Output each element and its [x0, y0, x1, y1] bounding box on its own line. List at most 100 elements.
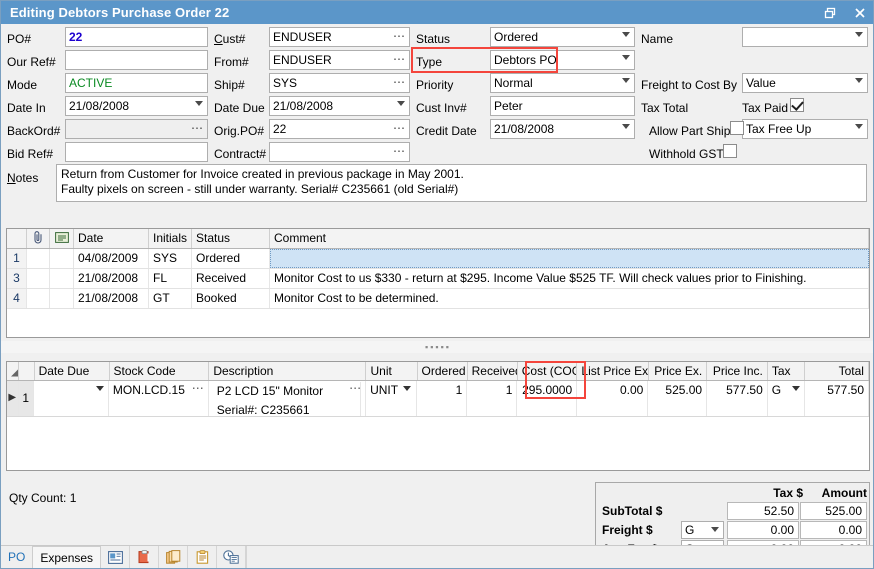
our-ref-field[interactable]: [65, 50, 208, 70]
line-item-row[interactable]: ▶ 1 MON.LCD.15⋯ P2 LCD 15" Monitor Seria…: [7, 381, 869, 417]
li-col-date-due[interactable]: Date Due: [35, 362, 110, 380]
history-icon[interactable]: [217, 546, 246, 568]
li-col-price-inc[interactable]: Price Inc.: [707, 362, 768, 380]
li-col-tax[interactable]: Tax: [768, 362, 805, 380]
row-tax[interactable]: G: [768, 381, 805, 416]
li-col-ordered[interactable]: Ordered: [418, 362, 468, 380]
ship-number-field[interactable]: SYS⋯: [269, 73, 410, 93]
row-price-ex[interactable]: 525.00: [648, 381, 707, 416]
row-received[interactable]: 1: [467, 381, 517, 416]
li-col-list-price-ex[interactable]: List Price Ex.: [577, 362, 648, 380]
chevron-down-icon[interactable]: [622, 78, 630, 83]
copy-pages-icon[interactable]: [159, 546, 188, 568]
tab-po[interactable]: PO: [1, 546, 32, 568]
chevron-down-icon[interactable]: [96, 386, 104, 391]
backord-field[interactable]: ⋯: [65, 119, 208, 139]
type-select[interactable]: Debtors PO: [490, 50, 635, 70]
chevron-down-icon[interactable]: [792, 386, 800, 391]
comments-col-comment[interactable]: Comment: [270, 229, 869, 248]
comments-col-initials[interactable]: Initials: [149, 229, 192, 248]
ellipsis-icon[interactable]: ⋯: [191, 119, 204, 137]
chevron-down-icon[interactable]: [855, 124, 863, 129]
row-total[interactable]: 577.50: [805, 381, 869, 416]
chevron-down-icon[interactable]: [855, 78, 863, 83]
note-icon[interactable]: [50, 229, 74, 248]
tab-expenses[interactable]: Expenses: [32, 546, 101, 568]
orig-po-field[interactable]: 22⋯: [269, 119, 410, 139]
comments-col-date[interactable]: Date: [74, 229, 149, 248]
cust-inv-field[interactable]: Peter: [490, 96, 635, 116]
chevron-down-icon[interactable]: [622, 32, 630, 37]
tax-paid-checkbox[interactable]: [790, 98, 804, 112]
totals-freight-amount[interactable]: 0.00: [800, 521, 867, 539]
li-col-unit[interactable]: Unit: [366, 362, 417, 380]
table-row[interactable]: 1 04/08/2009 SYS Ordered: [7, 249, 869, 269]
li-col-total[interactable]: Total: [805, 362, 869, 380]
ellipsis-icon[interactable]: ⋯: [393, 50, 406, 68]
date-due-field[interactable]: 21/08/2008: [269, 96, 410, 116]
row-list-price-ex[interactable]: 0.00: [577, 381, 648, 416]
row-status[interactable]: Received: [192, 269, 270, 288]
clipboard-red-icon[interactable]: [130, 546, 159, 568]
row-status[interactable]: Ordered: [192, 249, 270, 268]
row-note-cell[interactable]: [50, 269, 74, 288]
row-note-cell[interactable]: [50, 249, 74, 268]
chevron-down-icon[interactable]: [622, 124, 630, 129]
date-in-field[interactable]: 21/08/2008: [65, 96, 208, 116]
attachment-icon[interactable]: [27, 229, 50, 248]
freight-cost-by-select[interactable]: Value: [742, 73, 868, 93]
row-selector-arrow[interactable]: ▶: [7, 381, 19, 416]
row-note-cell[interactable]: [50, 289, 74, 308]
row-initials[interactable]: FL: [149, 269, 192, 288]
priority-select[interactable]: Normal: [490, 73, 635, 93]
row-price-inc[interactable]: 577.50: [707, 381, 768, 416]
li-col-stock-code[interactable]: Stock Code: [110, 362, 210, 380]
li-col-description[interactable]: Description: [209, 362, 366, 380]
from-number-field[interactable]: ENDUSER⋯: [269, 50, 410, 70]
chevron-down-icon[interactable]: [855, 32, 863, 37]
table-row[interactable]: 4 21/08/2008 GT Booked Monitor Cost to b…: [7, 289, 869, 309]
totals-freight-tax[interactable]: 0.00: [727, 521, 799, 539]
chevron-down-icon[interactable]: [622, 55, 630, 60]
po-number-field[interactable]: 22: [65, 27, 208, 47]
status-select[interactable]: Ordered: [490, 27, 635, 47]
row-comment[interactable]: Monitor Cost to us $330 - return at $295…: [270, 269, 869, 288]
row-initials[interactable]: SYS: [149, 249, 192, 268]
splitter-handle[interactable]: ▪▪▪▪▪: [1, 341, 874, 353]
ellipsis-icon[interactable]: ⋯: [393, 119, 406, 137]
ellipsis-icon[interactable]: ⋯: [349, 381, 362, 397]
table-row[interactable]: 3 21/08/2008 FL Received Monitor Cost to…: [7, 269, 869, 289]
withhold-gst-checkbox[interactable]: [723, 144, 737, 158]
li-col-cost[interactable]: Cost (COG: [518, 362, 578, 380]
li-col-price-ex[interactable]: Price Ex.: [649, 362, 708, 380]
row-attachment-cell[interactable]: [27, 249, 50, 268]
allow-part-ship-checkbox[interactable]: [730, 121, 744, 135]
freight-tax-code-select[interactable]: G: [681, 521, 724, 539]
chevron-down-icon[interactable]: [711, 527, 719, 532]
row-initials[interactable]: GT: [149, 289, 192, 308]
contract-field[interactable]: ⋯: [269, 142, 410, 162]
row-description[interactable]: P2 LCD 15" Monitor Serial#: C235661 ⋯: [209, 381, 366, 416]
clipboard-yellow-icon[interactable]: [188, 546, 217, 568]
bid-ref-field[interactable]: [65, 142, 208, 162]
ellipsis-icon[interactable]: ⋯: [393, 142, 406, 160]
row-date[interactable]: 04/08/2009: [74, 249, 149, 268]
details-icon[interactable]: [101, 546, 130, 568]
ellipsis-icon[interactable]: ⋯: [393, 27, 406, 45]
row-comment[interactable]: Monitor Cost to be determined.: [270, 289, 869, 308]
ellipsis-icon[interactable]: ⋯: [393, 73, 406, 91]
chevron-down-icon[interactable]: [195, 101, 203, 106]
grid-corner-icon[interactable]: ◢: [7, 362, 19, 380]
row-status[interactable]: Booked: [192, 289, 270, 308]
row-unit[interactable]: UNIT: [366, 381, 417, 416]
row-comment[interactable]: [270, 249, 869, 268]
row-date[interactable]: 21/08/2008: [74, 269, 149, 288]
cust-number-field[interactable]: ENDUSER⋯: [269, 27, 410, 47]
row-date-due[interactable]: [34, 381, 109, 416]
notes-textarea[interactable]: Return from Customer for Invoice created…: [56, 164, 867, 202]
close-icon[interactable]: [845, 1, 874, 24]
row-attachment-cell[interactable]: [27, 269, 50, 288]
row-ordered[interactable]: 1: [417, 381, 467, 416]
row-cost[interactable]: 295.0000: [517, 381, 577, 416]
li-col-received[interactable]: Received: [468, 362, 518, 380]
